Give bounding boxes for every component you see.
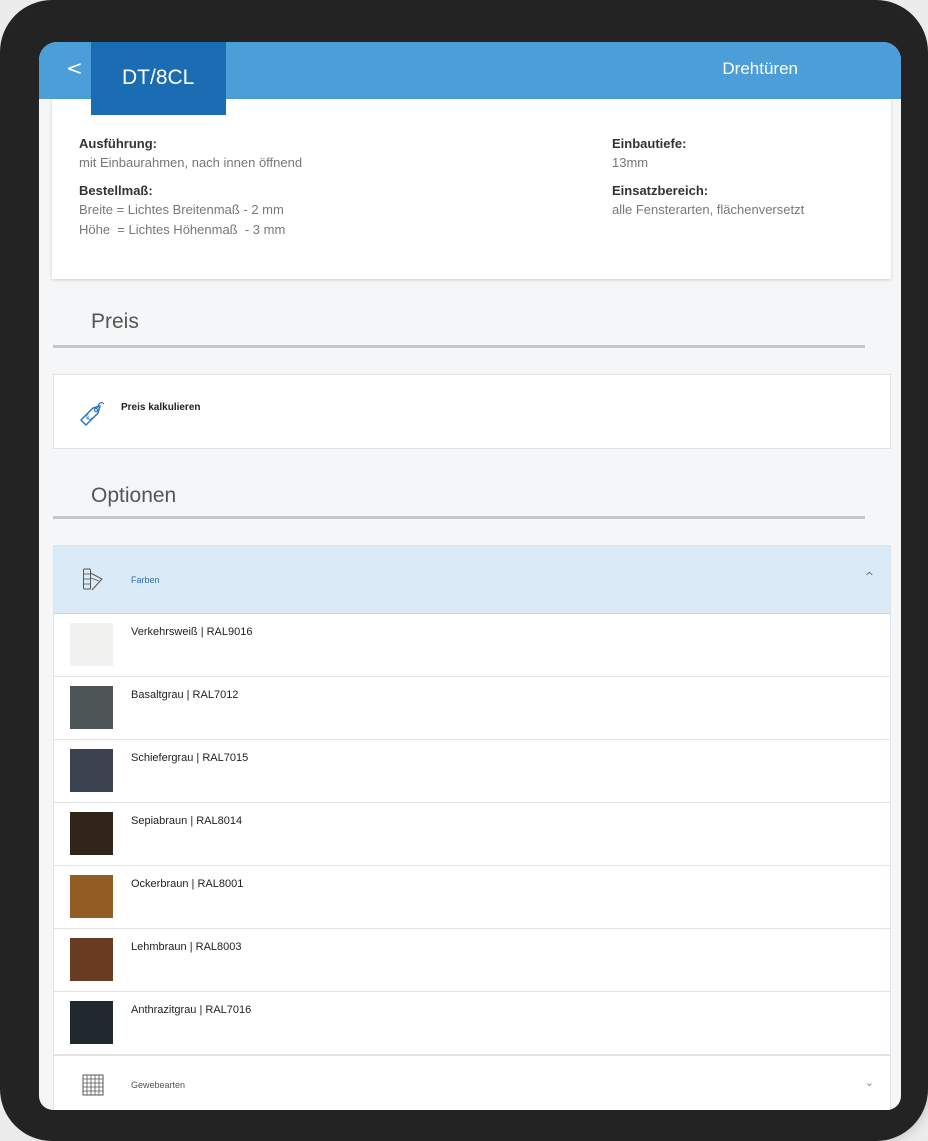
color-option-label: Verkehrsweiß | RAL9016: [131, 626, 253, 638]
color-option-label: Ockerbraun | RAL8001: [131, 878, 244, 890]
svg-text:€: €: [84, 413, 94, 423]
chevron-up-icon: ^: [864, 570, 874, 583]
color-option-label: Schiefergrau | RAL7015: [131, 752, 249, 764]
calculate-price-button[interactable]: € Preis kalkulieren: [53, 374, 891, 449]
usage-value: alle Fensterarten, flächenversetzt: [612, 202, 805, 217]
mesh-accordion-title: Gewebearten: [131, 1080, 186, 1090]
color-swatch: [70, 875, 113, 918]
product-info-card: Ausführung: mit Einbaurahmen, nach innen…: [52, 99, 891, 279]
usage-label: Einsatzbereich:: [612, 183, 709, 198]
depth-value: 13mm: [612, 155, 649, 170]
color-swatch: [70, 623, 113, 666]
back-button[interactable]: <: [66, 56, 83, 80]
colors-accordion: Farben ^ Verkehrsweiß | RAL9016 Basaltgra…: [53, 545, 891, 1056]
info-right-column: Einbautiefe: 13mm Einsatzbereich: alle F…: [612, 135, 882, 220]
price-section-divider: [53, 345, 865, 348]
color-palette-icon: [83, 568, 103, 591]
color-option-row[interactable]: Basaltgrau | RAL7012: [54, 677, 890, 740]
color-option-row[interactable]: Ockerbraun | RAL8001: [54, 866, 890, 929]
depth-label: Einbautiefe:: [612, 136, 687, 151]
price-section-title: Preis: [91, 310, 139, 333]
product-code-tab: DT/8CL: [91, 42, 226, 115]
color-list: Verkehrsweiß | RAL9016 Basaltgrau | RAL70…: [54, 614, 890, 1055]
color-swatch: [70, 938, 113, 981]
options-section-divider: [53, 516, 865, 519]
color-option-row[interactable]: Schiefergrau | RAL7015: [54, 740, 890, 803]
mesh-grid-icon: [82, 1074, 104, 1096]
info-left-column: Ausführung: mit Einbaurahmen, nach innen…: [79, 135, 539, 240]
price-tag-euro-icon: €: [80, 402, 105, 426]
options-section-title: Optionen: [91, 484, 177, 507]
colors-accordion-header[interactable]: Farben ^: [54, 546, 890, 614]
category-title: Drehtüren: [722, 59, 798, 78]
color-option-label: Sepiabraun | RAL8014: [131, 815, 243, 827]
execution-value: mit Einbaurahmen, nach innen öffnend: [79, 155, 303, 170]
product-code: DT/8CL: [122, 66, 195, 89]
mesh-accordion-header[interactable]: Gewebearten ⌄: [53, 1055, 891, 1110]
calculate-price-label: Preis kalkulieren: [121, 402, 201, 413]
color-swatch: [70, 749, 113, 792]
order-size-label: Bestellmaß:: [79, 183, 153, 198]
colors-accordion-title: Farben: [131, 575, 160, 585]
color-option-row[interactable]: Verkehrsweiß | RAL9016: [54, 614, 890, 677]
color-option-row[interactable]: Lehmbraun | RAL8003: [54, 929, 890, 992]
color-option-label: Basaltgrau | RAL7012: [131, 689, 239, 701]
chevron-down-icon: ⌄: [864, 1076, 874, 1089]
color-swatch: [70, 1001, 113, 1044]
order-height-value: Höhe = Lichtes Höhenmaß - 3 mm: [79, 222, 286, 237]
color-option-label: Anthrazitgrau | RAL7016: [131, 1004, 252, 1016]
color-swatch: [70, 686, 113, 729]
app-screen: < Drehtüren DT/8CL Ausführung: mit Einba…: [39, 42, 901, 1110]
color-swatch: [70, 812, 113, 855]
order-width-value: Breite = Lichtes Breitenmaß - 2 mm: [79, 202, 284, 217]
color-option-label: Lehmbraun | RAL8003: [131, 941, 242, 953]
execution-label: Ausführung:: [79, 136, 157, 151]
color-option-row[interactable]: Anthrazitgrau | RAL7016: [54, 992, 890, 1055]
color-option-row[interactable]: Sepiabraun | RAL8014: [54, 803, 890, 866]
tablet-frame: < Drehtüren DT/8CL Ausführung: mit Einba…: [0, 0, 928, 1141]
